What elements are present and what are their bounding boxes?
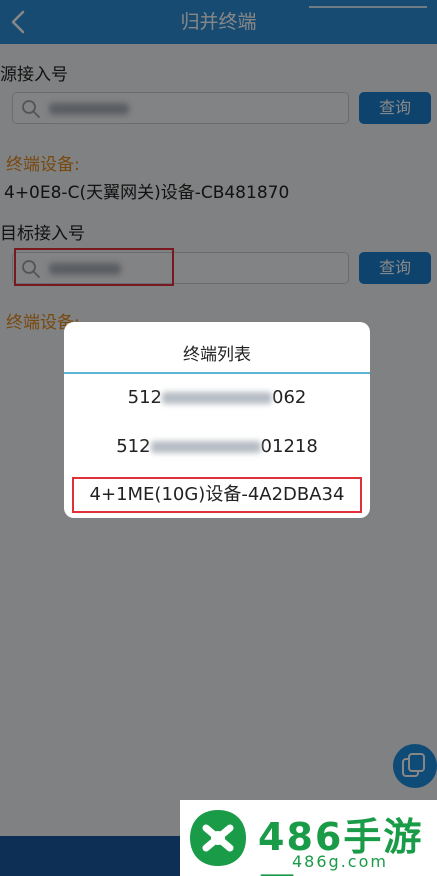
item-prefix: 512 bbox=[127, 387, 162, 408]
dialog-title: 终端列表 bbox=[183, 345, 251, 365]
watermark: 486手游网 486g.com bbox=[180, 800, 437, 876]
terminal-list-dialog: 终端列表 512 062 512 01218 4+1ME(10G)设备-4A2DBA… bbox=[64, 322, 370, 518]
dialog-divider bbox=[64, 372, 370, 374]
terminal-list-item[interactable]: 512 062 bbox=[64, 378, 370, 418]
redacted-text bbox=[162, 392, 272, 404]
terminal-list-item[interactable]: 512 01218 bbox=[64, 427, 370, 467]
item-prefix: 512 bbox=[116, 436, 151, 457]
item-suffix: 062 bbox=[272, 387, 307, 408]
redacted-text bbox=[150, 441, 261, 453]
selected-item-highlight bbox=[72, 477, 362, 513]
watermark-url: 486g.com bbox=[292, 852, 388, 871]
watermark-logo-icon bbox=[190, 810, 246, 866]
item-suffix: 01218 bbox=[260, 436, 318, 457]
